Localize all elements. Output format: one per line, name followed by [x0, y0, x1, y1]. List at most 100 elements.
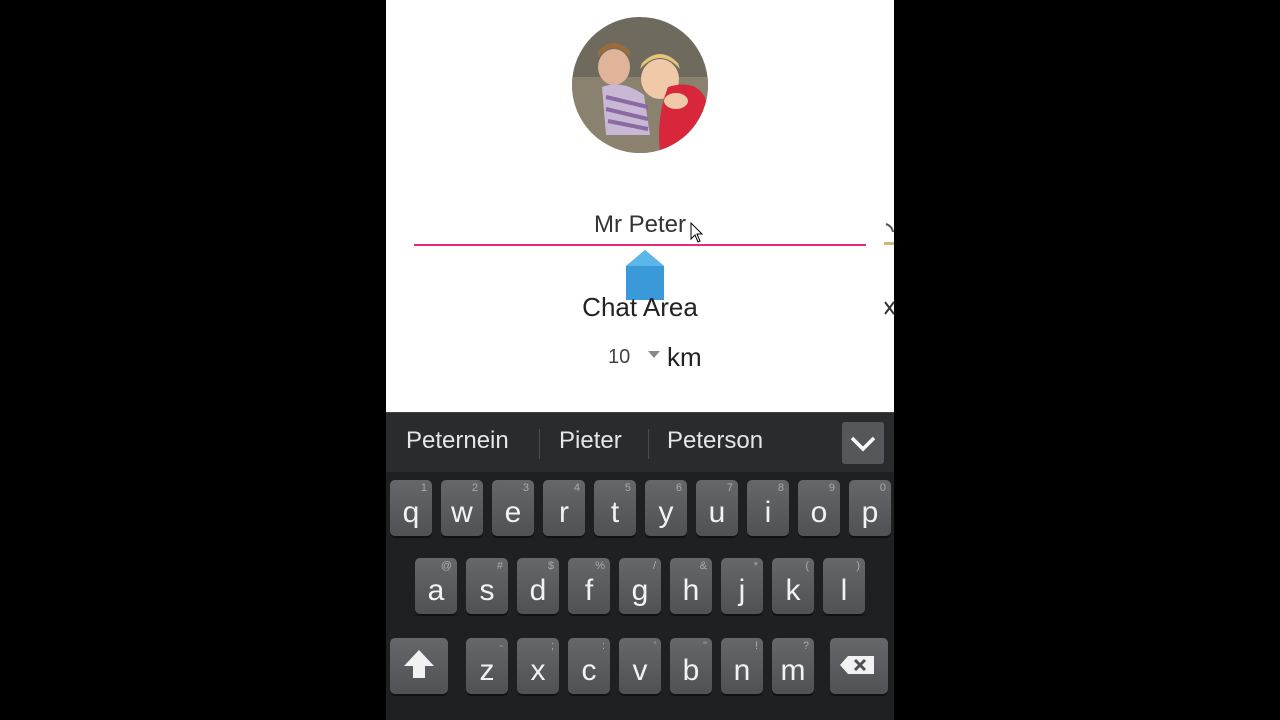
key-label: v — [632, 654, 648, 687]
key-w[interactable]: 2w — [441, 480, 483, 536]
key-b[interactable]: " b — [670, 638, 712, 694]
shift-key[interactable] — [390, 638, 448, 694]
key-h[interactable]: & h — [670, 558, 712, 614]
key-label: q — [402, 496, 420, 529]
key-label: e — [504, 496, 522, 529]
key-hint: 2 — [471, 482, 478, 494]
key-p[interactable]: 0p — [849, 480, 891, 536]
chat-area-label: Chat Area — [582, 292, 698, 322]
distance-value[interactable]: 10 — [608, 346, 630, 369]
key-n[interactable]: ! n — [721, 638, 763, 694]
key-o[interactable]: 9o — [798, 480, 840, 536]
backspace-icon — [840, 656, 874, 674]
key-label: a — [427, 574, 445, 607]
key-f[interactable]: % f — [568, 558, 610, 614]
key-label: r — [559, 496, 569, 529]
key-label: f — [584, 574, 594, 607]
key-label: s — [479, 574, 495, 607]
chevron-down-icon — [850, 436, 876, 452]
shift-arrow-icon — [404, 650, 434, 678]
key-label: c — [581, 654, 597, 687]
key-hint: $ — [547, 560, 554, 572]
key-hint: 3 — [522, 482, 529, 494]
distance-unit-label: km — [667, 342, 702, 372]
next-page-edge-icon — [884, 223, 894, 245]
key-label: k — [785, 574, 801, 607]
key-t[interactable]: 5t — [594, 480, 636, 536]
key-hint: - — [499, 640, 503, 652]
key-hint: 7 — [726, 482, 733, 494]
key-e[interactable]: 3e — [492, 480, 534, 536]
profile-avatar[interactable] — [572, 17, 708, 153]
key-j[interactable]: * j — [721, 558, 763, 614]
key-hint: ; — [550, 640, 554, 652]
key-k[interactable]: (k — [772, 558, 814, 614]
key-hint: " — [703, 640, 707, 652]
key-label: d — [529, 574, 547, 607]
key-i[interactable]: 8i — [747, 480, 789, 536]
key-label: g — [631, 574, 649, 607]
key-hint: 4 — [573, 482, 580, 494]
key-q[interactable]: 1q — [390, 480, 432, 536]
key-hint: ( — [805, 560, 809, 572]
suggestion-strip: Peternein Pieter Peterson — [386, 412, 894, 473]
key-c[interactable]: :c — [568, 638, 610, 694]
key-label: p — [861, 496, 879, 529]
key-hint: ! — [754, 640, 758, 652]
key-r[interactable]: 4r — [543, 480, 585, 536]
key-label: h — [682, 574, 700, 607]
key-label: b — [682, 654, 700, 687]
key-label: j — [738, 574, 746, 607]
key-hint: 9 — [828, 482, 835, 494]
key-d[interactable]: $ d — [517, 558, 559, 614]
key-hint: / — [652, 560, 656, 572]
phone-screen: Chat Area 10 km Peternein Pieter Peterso… — [386, 0, 894, 720]
key-m[interactable]: ? m — [772, 638, 814, 694]
key-s[interactable]: # s — [466, 558, 508, 614]
key-hint: # — [496, 560, 503, 572]
key-l[interactable]: ) l — [823, 558, 865, 614]
key-hint: 6 — [675, 482, 682, 494]
key-hint: ' — [653, 640, 656, 652]
suggestion-item[interactable]: Peternein — [406, 427, 509, 455]
suggestion-item[interactable]: Peterson — [667, 427, 763, 455]
mouse-pointer-icon — [690, 222, 704, 243]
key-hint: * — [753, 560, 758, 572]
key-hint: % — [595, 560, 605, 572]
key-label: n — [733, 654, 751, 687]
key-hint: ? — [802, 640, 809, 652]
key-hint: 5 — [624, 482, 631, 494]
key-hint: 0 — [879, 482, 886, 494]
key-label: t — [610, 496, 620, 529]
key-hint: 8 — [777, 482, 784, 494]
key-hint: 1 — [420, 482, 427, 494]
suggestion-divider — [539, 429, 540, 459]
name-input[interactable] — [414, 208, 866, 246]
avatar-photo — [572, 17, 708, 153]
key-u[interactable]: 7u — [696, 480, 738, 536]
key-hint: ) — [856, 560, 860, 572]
key-v[interactable]: ' v — [619, 638, 661, 694]
key-label: u — [708, 496, 726, 529]
key-label: x — [530, 654, 546, 687]
key-label: m — [780, 654, 806, 687]
soft-keyboard: 1q 2w 3e 4r 5t 6y 7u 8i 9o 0p @ a # s $ d %… — [386, 472, 894, 720]
key-hint: : — [601, 640, 605, 652]
key-label: z — [479, 654, 495, 687]
key-label: l — [840, 574, 848, 607]
key-y[interactable]: 6y — [645, 480, 687, 536]
expand-suggestions-button[interactable] — [842, 422, 884, 464]
suggestion-item[interactable]: Pieter — [559, 427, 622, 455]
key-label: i — [764, 496, 772, 529]
key-label: o — [810, 496, 828, 529]
key-label: w — [451, 496, 473, 529]
key-label: y — [658, 496, 674, 529]
key-g[interactable]: / g — [619, 558, 661, 614]
key-a[interactable]: @ a — [415, 558, 457, 614]
key-z[interactable]: -z — [466, 638, 508, 694]
key-hint: & — [699, 560, 707, 572]
key-hint: @ — [440, 560, 452, 572]
backspace-key[interactable] — [830, 638, 888, 694]
dropdown-arrow-icon[interactable] — [648, 351, 660, 358]
key-x[interactable]: ; x — [517, 638, 559, 694]
